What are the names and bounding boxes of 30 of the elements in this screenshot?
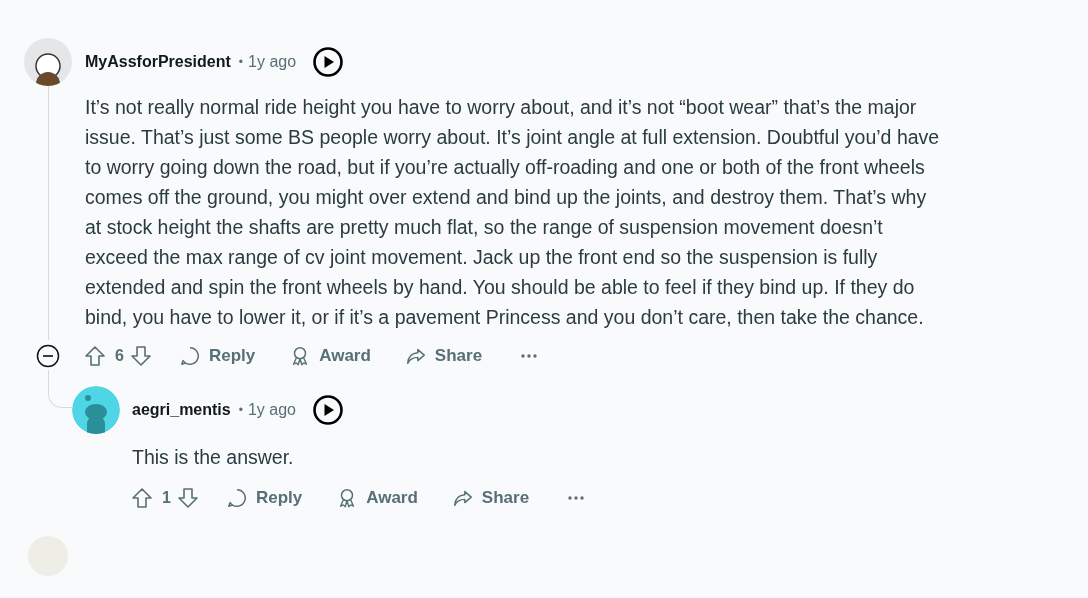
reply-button[interactable]: Reply (170, 341, 264, 371)
speech-bubble-icon (178, 345, 201, 367)
timestamp: 1y ago (247, 401, 296, 419)
comment-text: This is the answer. (132, 445, 295, 470)
vote-count: 6 (115, 347, 124, 365)
award-button[interactable]: Award (281, 341, 379, 371)
timestamp: 1y ago (248, 53, 297, 71)
upvote-icon[interactable] (130, 486, 154, 510)
username[interactable]: MyAssforPresident (85, 53, 231, 71)
play-icon[interactable] (311, 394, 344, 426)
speech-bubble-icon (225, 487, 248, 509)
reply-button[interactable]: Reply (217, 483, 311, 513)
separator-dot: • (238, 55, 244, 69)
thread-line (48, 370, 72, 408)
user-avatar[interactable] (24, 38, 72, 86)
downvote-icon[interactable] (175, 486, 200, 510)
award-button[interactable]: Award (328, 483, 426, 513)
separator-dot: • (238, 403, 243, 417)
user-avatar[interactable] (72, 386, 120, 434)
more-options-icon[interactable] (567, 495, 586, 501)
username[interactable]: aegri_mentis (132, 401, 231, 419)
downvote-icon[interactable] (128, 344, 153, 368)
more-options-icon[interactable] (520, 353, 539, 359)
share-button[interactable]: Share (396, 341, 491, 371)
collapse-button[interactable] (36, 344, 60, 368)
share-button[interactable]: Share (443, 483, 538, 513)
upvote-icon[interactable] (83, 344, 107, 368)
play-icon[interactable] (312, 46, 345, 78)
vote-count: 1 (162, 489, 171, 507)
comment-text: It’s not really normal ride height you have to worry about, and it’s not “boot wear” that’s the major issue. That’s just some BS people worry about. It’s joint angle at full extension. Doubtful you’d have to worry going down the road, but if you’re actually off-roading and one or both of the front wheels comes off the ground, you might over extend and bind up the joints, and destroy them. That’s why at stock height the shafts are pretty much flat, so the range of suspension movement doesn’t exceed the max range of cv joint movement. Jack up the front end so the suspension is fully extended and spin the front wheels by hand. You should be able to feel if they bind up. If they do bind, you have to lower it, or if it’s a pavement Princess and you don’t care, then take the chance. (85, 95, 941, 330)
